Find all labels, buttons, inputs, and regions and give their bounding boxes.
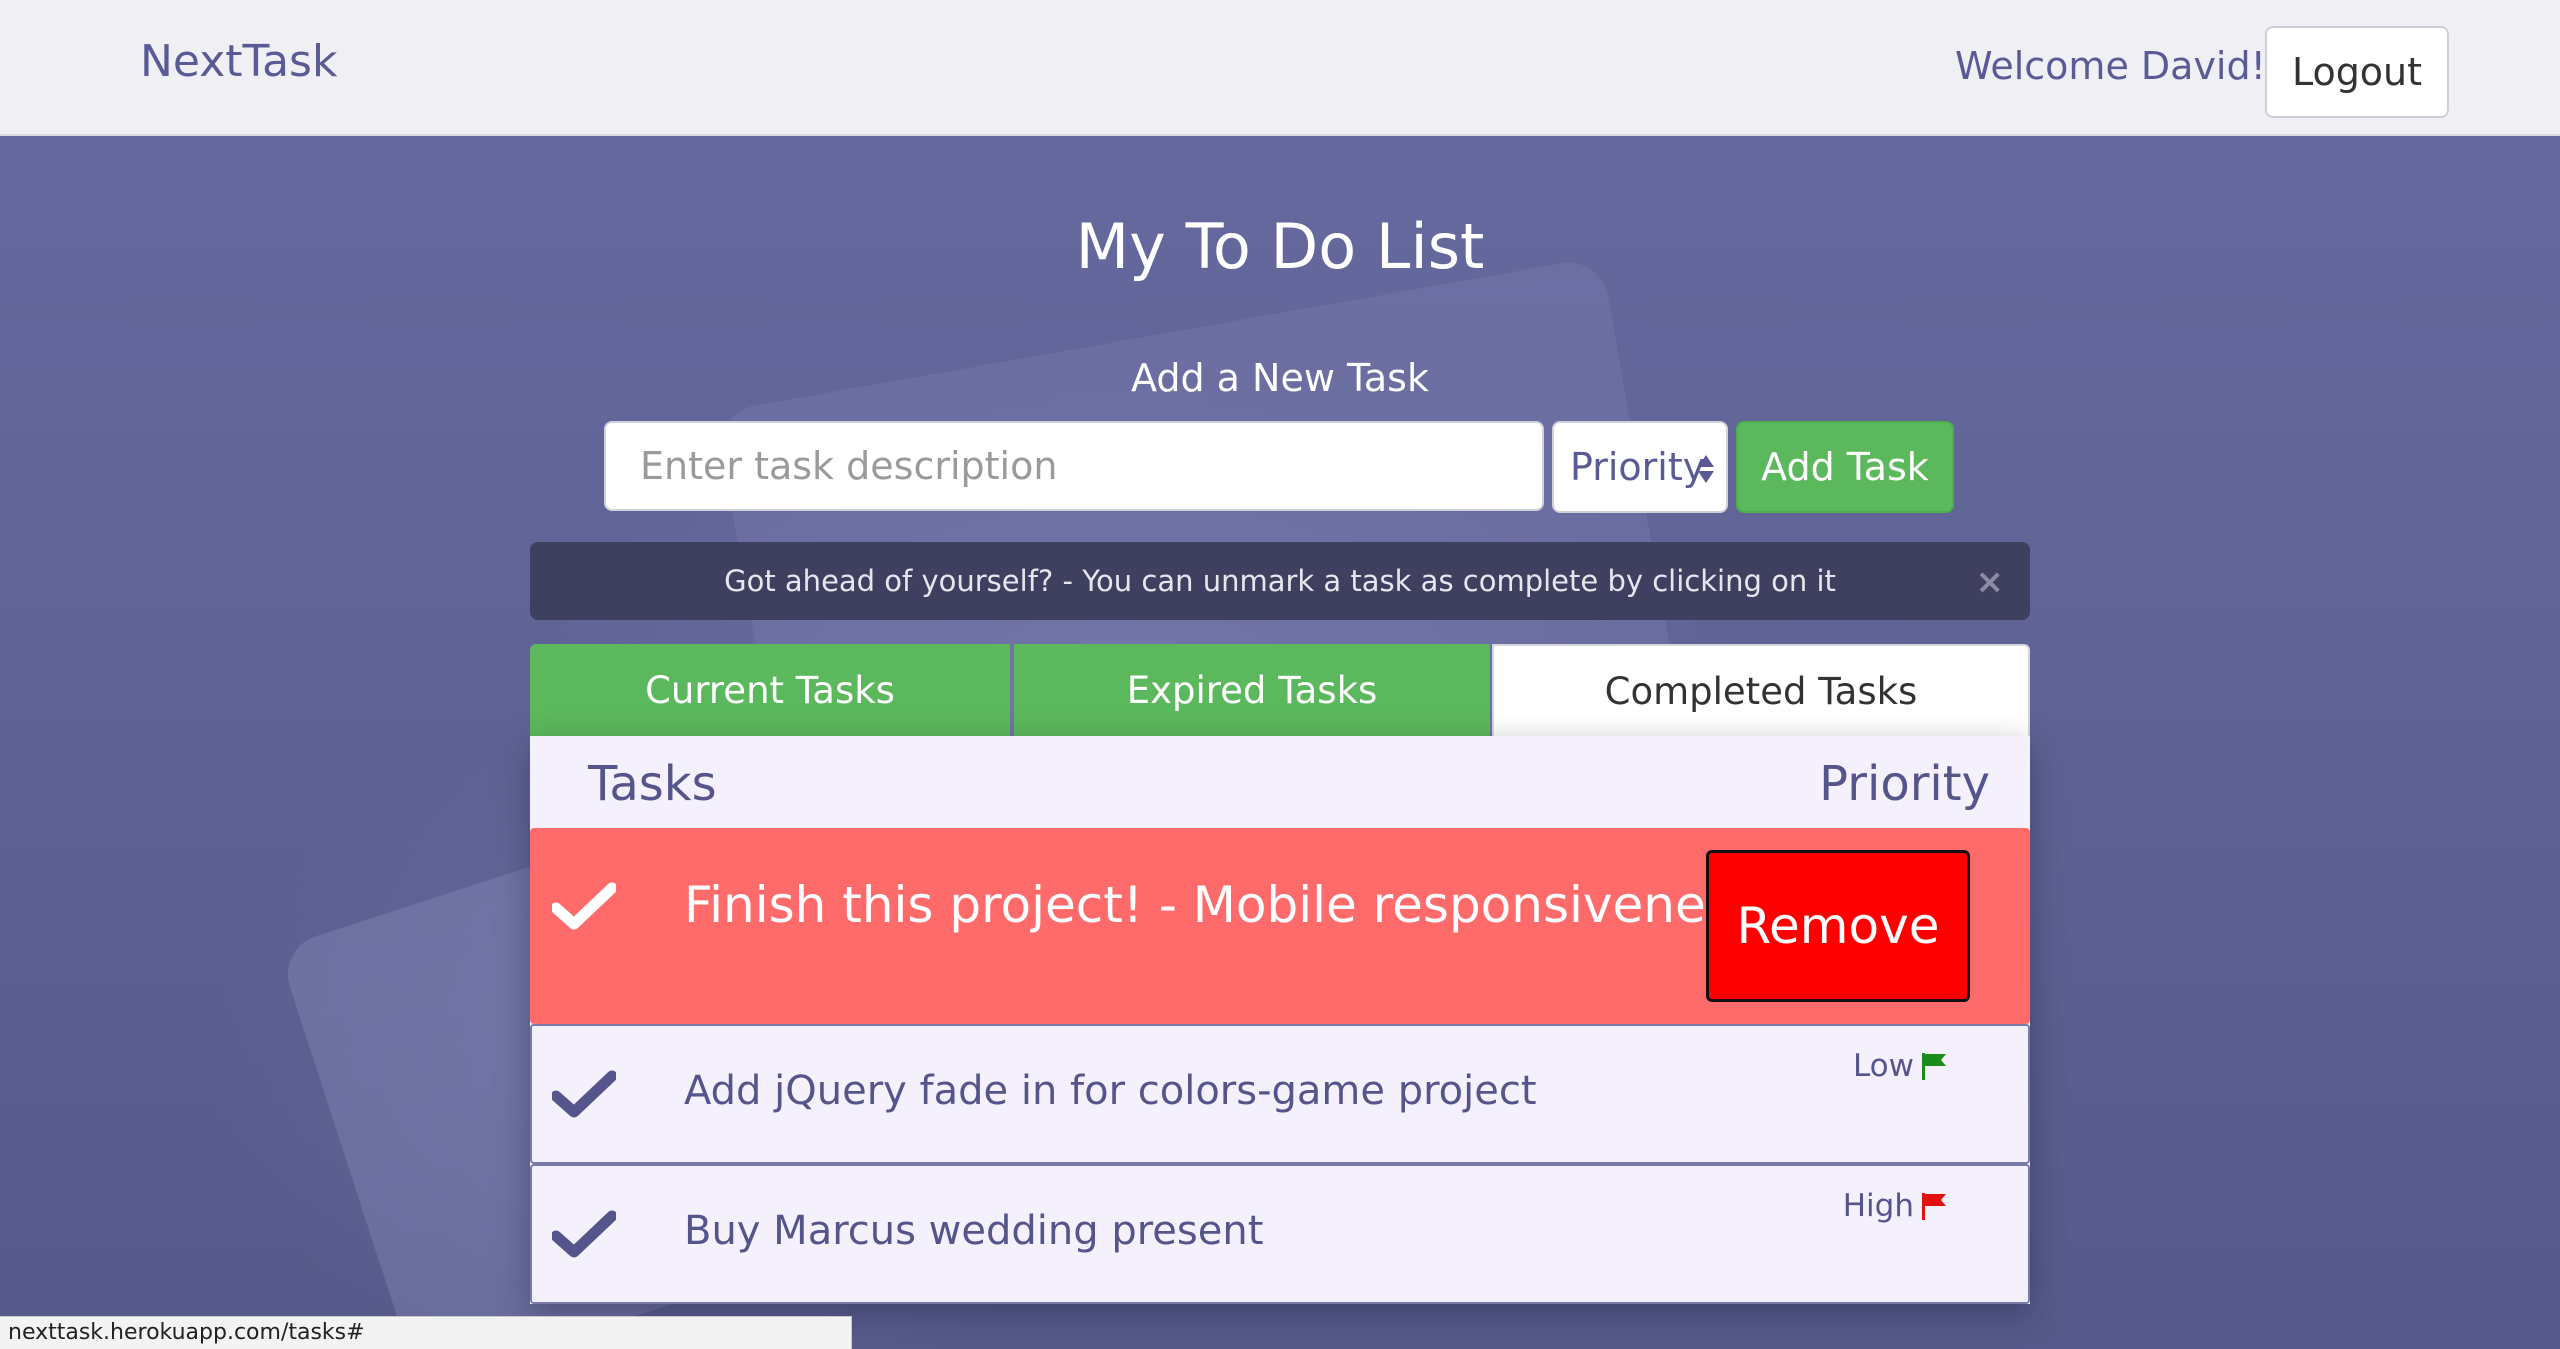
- priority-badge: High: [1843, 1188, 1948, 1224]
- header-tasks: Tasks: [588, 756, 717, 812]
- tasks-table: Tasks Priority Finish this project! - Mo…: [530, 736, 2030, 1304]
- task-tabs: Current Tasks Expired Tasks Completed Ta…: [530, 644, 2030, 736]
- close-icon[interactable]: ×: [1976, 562, 2005, 602]
- check-icon[interactable]: [552, 1210, 616, 1258]
- flag-icon: [1922, 1053, 1946, 1080]
- table-row[interactable]: Finish this project! - Mobile responsive…: [530, 828, 2030, 1024]
- check-icon[interactable]: [552, 1070, 616, 1118]
- task-description-input[interactable]: [604, 421, 1544, 511]
- alert-message: Got ahead of yourself? - You can unmark …: [724, 564, 1836, 598]
- navbar: NextTask Welcome David! Logout: [0, 0, 2560, 136]
- flag-icon: [1922, 1193, 1946, 1220]
- priority-select-value: Priority: [1570, 445, 1706, 489]
- remove-button[interactable]: Remove: [1706, 850, 1970, 1002]
- page-title: My To Do List: [1075, 210, 1485, 283]
- logout-button[interactable]: Logout: [2265, 26, 2449, 118]
- tab-expired-tasks[interactable]: Expired Tasks: [1014, 644, 1490, 736]
- priority-label: Low: [1852, 1048, 1914, 1084]
- tab-completed-tasks[interactable]: Completed Tasks: [1492, 644, 2030, 736]
- priority-label: High: [1842, 1188, 1914, 1224]
- info-alert: Got ahead of yourself? - You can unmark …: [530, 542, 2030, 620]
- table-row[interactable]: Add jQuery fade in for colors-game proje…: [530, 1024, 2030, 1164]
- table-row[interactable]: Buy Marcus wedding present High: [530, 1164, 2030, 1304]
- task-text[interactable]: Finish this project! - Mobile responsive…: [684, 876, 1758, 934]
- add-task-label: Add a New Task: [1131, 356, 1429, 400]
- browser-status-url: nexttask.herokuapp.com/tasks#: [0, 1316, 852, 1349]
- add-task-button[interactable]: Add Task: [1736, 421, 1954, 513]
- header-priority: Priority: [1819, 756, 1990, 812]
- tab-current-tasks[interactable]: Current Tasks: [530, 644, 1010, 736]
- priority-badge: Low: [1853, 1048, 1948, 1084]
- welcome-message: Welcome David!: [1955, 44, 2266, 88]
- brand-link[interactable]: NextTask: [140, 36, 337, 87]
- task-text[interactable]: Buy Marcus wedding present: [684, 1208, 1263, 1254]
- table-header: Tasks Priority: [530, 736, 2030, 828]
- priority-select[interactable]: Priority: [1552, 421, 1728, 513]
- select-arrows-icon: [1696, 449, 1716, 489]
- task-text[interactable]: Add jQuery fade in for colors-game proje…: [684, 1068, 1537, 1114]
- check-icon[interactable]: [552, 882, 616, 930]
